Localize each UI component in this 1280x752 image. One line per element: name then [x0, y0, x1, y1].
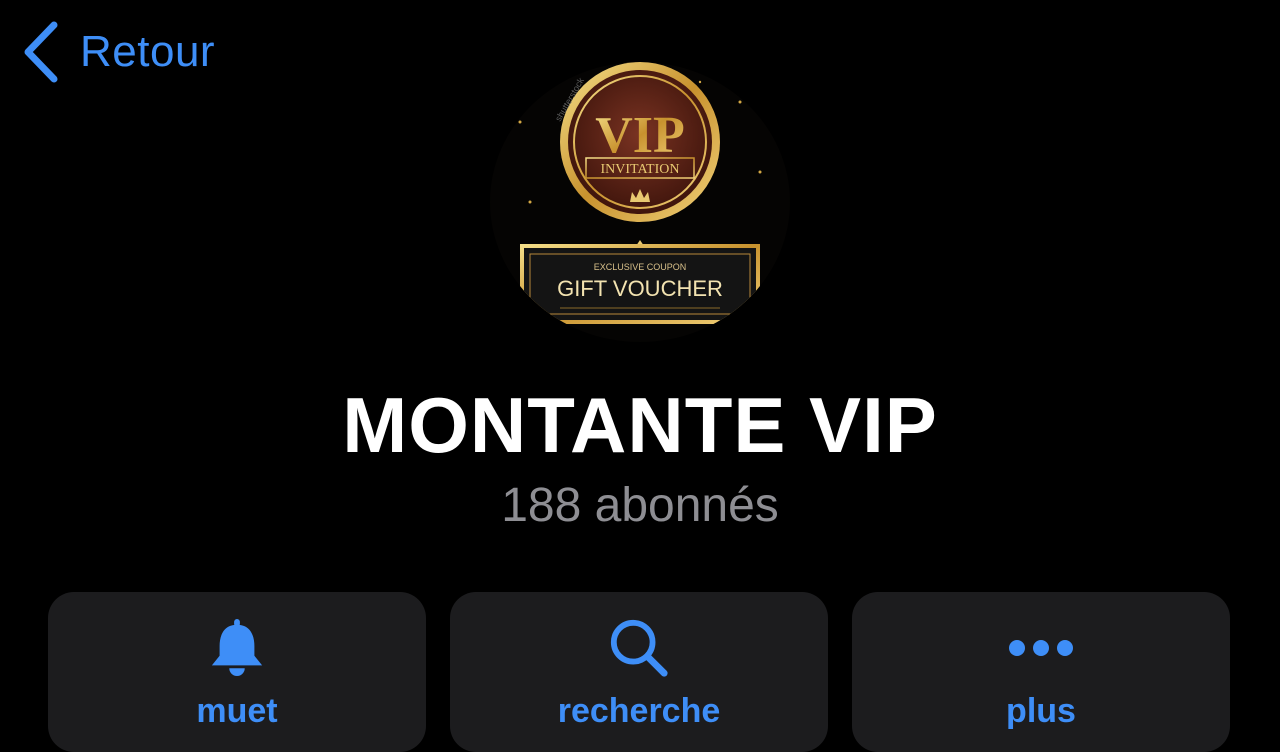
more-label: plus	[1006, 692, 1076, 730]
badge-invitation-text: INVITATION	[601, 162, 680, 177]
search-label: recherche	[557, 692, 721, 730]
coupon-small-text: EXCLUSIVE COUPON	[594, 262, 687, 272]
channel-name: MONTANTE VIP	[342, 381, 938, 469]
coupon-large-text: GIFT VOUCHER	[557, 276, 723, 301]
search-icon	[607, 614, 671, 682]
more-dots-icon	[1009, 614, 1073, 682]
more-button[interactable]: plus	[852, 592, 1230, 752]
action-bar: muet recherche plus	[48, 592, 1230, 752]
mute-label: muet	[196, 692, 278, 730]
subscriber-count: 188 abonnés	[501, 479, 779, 532]
search-button[interactable]: recherche	[450, 592, 828, 752]
vip-invitation-logo: VIP INVITATION EXCLUSIVE COUPON GIFT VOU…	[490, 62, 790, 342]
chevron-left-icon	[24, 21, 58, 83]
mute-button[interactable]: muet	[48, 592, 426, 752]
bell-icon	[205, 614, 269, 682]
back-button[interactable]: Retour	[22, 20, 215, 84]
badge-vip-text: VIP	[595, 107, 685, 164]
back-label: Retour	[80, 27, 216, 76]
channel-avatar[interactable]: VIP INVITATION EXCLUSIVE COUPON GIFT VOU…	[490, 62, 790, 342]
